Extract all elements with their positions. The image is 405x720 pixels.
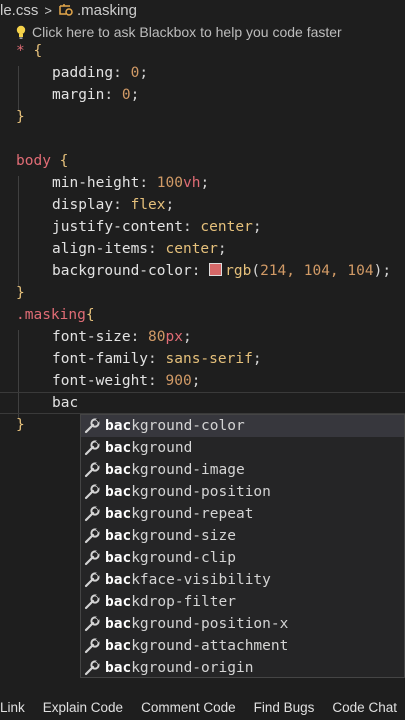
suggestion-rest: kground-repeat bbox=[131, 506, 254, 522]
suggestion-match: bac bbox=[105, 638, 132, 654]
wrench-icon bbox=[83, 572, 101, 588]
code-line: display: flex; bbox=[52, 197, 175, 213]
suggestion-match: bac bbox=[105, 440, 132, 456]
suggestion-rest: kground-position-x bbox=[131, 616, 289, 632]
wrench-icon bbox=[83, 616, 101, 632]
hint-text: Click here to ask Blackbox to help you c… bbox=[32, 24, 342, 40]
suggestion-rest: kground-attachment bbox=[131, 638, 289, 654]
code-line: align-items: center; bbox=[52, 241, 227, 257]
suggestion-widget[interactable]: bac kground-color bac kground bac kground-ima… bbox=[80, 414, 405, 678]
suggestion-item[interactable]: bac kground bbox=[81, 437, 404, 459]
code-line: background-color: rgb(214, 104, 104); bbox=[52, 263, 392, 279]
code-line: font-weight: 900; bbox=[52, 373, 201, 389]
suggestion-rest: kground-clip bbox=[131, 550, 236, 566]
footer-action-link[interactable]: Link bbox=[0, 700, 25, 715]
color-swatch[interactable] bbox=[209, 263, 223, 276]
indent-guide bbox=[18, 176, 19, 286]
code-line: justify-content: center; bbox=[52, 219, 262, 235]
suggestion-rest: kdrop-filter bbox=[131, 594, 236, 610]
blackbox-actions-bar: Link Explain Code Comment Code Find Bugs Cod… bbox=[0, 695, 405, 720]
suggestion-match: bac bbox=[105, 418, 132, 434]
suggestion-rest: kground-color bbox=[131, 418, 245, 434]
code-line: } bbox=[16, 417, 25, 433]
suggestion-match: bac bbox=[105, 462, 132, 478]
suggestion-item[interactable]: bac kground-size bbox=[81, 525, 404, 547]
footer-action-find-bugs[interactable]: Find Bugs bbox=[254, 700, 315, 715]
suggestion-match: bac bbox=[105, 506, 132, 522]
footer-action-explain-code[interactable]: Explain Code bbox=[43, 700, 123, 715]
code-line: * { bbox=[16, 43, 43, 59]
code-line: min-height: 100vh; bbox=[52, 175, 210, 191]
suggestion-item[interactable]: bac kground-color bbox=[81, 415, 404, 437]
suggestion-match: bac bbox=[105, 594, 132, 610]
suggestion-match: bac bbox=[105, 484, 132, 500]
suggestion-match: bac bbox=[105, 616, 132, 632]
indent-guide bbox=[18, 66, 19, 110]
wrench-icon bbox=[83, 462, 101, 478]
wrench-icon bbox=[83, 484, 101, 500]
code-line: font-size: 80px; bbox=[52, 329, 192, 345]
footer-action-comment-code[interactable]: Comment Code bbox=[141, 700, 236, 715]
wrench-icon bbox=[83, 528, 101, 544]
suggestion-rest: kground-position bbox=[131, 484, 271, 500]
wrench-icon bbox=[83, 660, 101, 676]
suggestion-match: bac bbox=[105, 550, 132, 566]
breadcrumb-file[interactable]: le.css bbox=[0, 2, 38, 19]
suggestion-item[interactable]: bac kground-repeat bbox=[81, 503, 404, 525]
suggestion-rest: kground bbox=[131, 440, 193, 456]
suggestion-item[interactable]: bac kdrop-filter bbox=[81, 591, 404, 613]
wrench-icon bbox=[83, 550, 101, 566]
suggestion-item[interactable]: bac kground-attachment bbox=[81, 635, 404, 657]
blackbox-hint[interactable]: Click here to ask Blackbox to help you c… bbox=[16, 22, 342, 42]
code-line: font-family: sans-serif; bbox=[52, 351, 262, 367]
code-line: body { bbox=[16, 153, 69, 169]
suggestion-item[interactable]: bac kground-image bbox=[81, 459, 404, 481]
breadcrumb: le.css > .masking bbox=[0, 0, 405, 20]
footer-action-code-chat[interactable]: Code Chat bbox=[332, 700, 397, 715]
suggestion-rest: kground-origin bbox=[131, 660, 254, 676]
breadcrumb-symbol[interactable]: .masking bbox=[77, 2, 137, 19]
code-line: .masking{ bbox=[16, 307, 95, 323]
lightbulb-icon bbox=[16, 25, 26, 39]
wrench-icon bbox=[83, 418, 101, 434]
chevron-right-icon: > bbox=[44, 2, 52, 18]
wrench-icon bbox=[83, 594, 101, 610]
suggestion-match: bac bbox=[105, 572, 132, 588]
suggestion-item[interactable]: bac kground-position bbox=[81, 481, 404, 503]
suggestion-match: bac bbox=[105, 528, 132, 544]
suggestion-match: bac bbox=[105, 660, 132, 676]
code-line: } bbox=[16, 109, 25, 125]
wrench-icon bbox=[83, 440, 101, 456]
suggestion-item[interactable]: bac kground-position-x bbox=[81, 613, 404, 635]
code-line: } bbox=[16, 285, 25, 301]
code-line-current[interactable]: bac bbox=[52, 392, 78, 414]
suggestion-rest: kface-visibility bbox=[131, 572, 271, 588]
wrench-icon bbox=[83, 638, 101, 654]
suggestion-item[interactable]: bac kground-clip bbox=[81, 547, 404, 569]
wrench-icon bbox=[83, 506, 101, 522]
code-line: padding: 0; bbox=[52, 65, 149, 81]
suggestion-item[interactable]: bac kface-visibility bbox=[81, 569, 404, 591]
suggestion-item[interactable]: bac kground-origin bbox=[81, 657, 404, 679]
code-line: margin: 0; bbox=[52, 87, 140, 103]
suggestion-rest: kground-size bbox=[131, 528, 236, 544]
suggestion-rest: kground-image bbox=[131, 462, 245, 478]
symbol-class-icon bbox=[58, 3, 74, 17]
